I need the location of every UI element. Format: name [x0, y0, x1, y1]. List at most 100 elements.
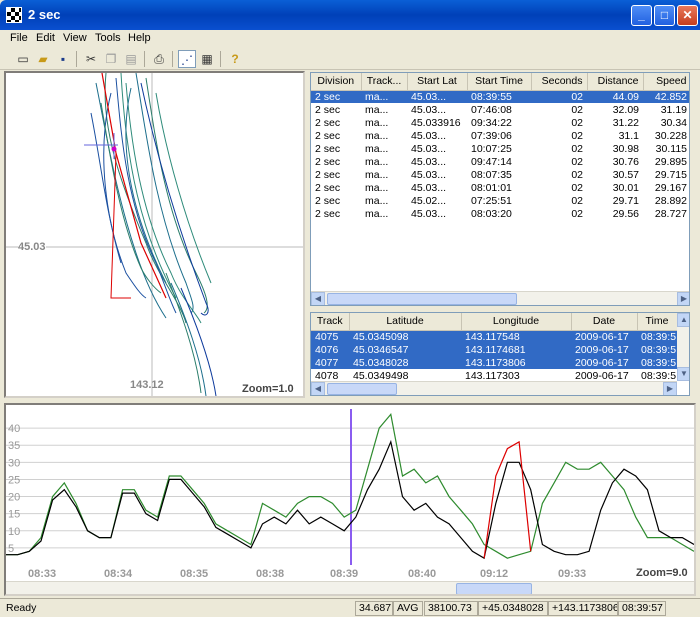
- scroll-down-button[interactable]: ▼: [677, 367, 689, 381]
- menu-file[interactable]: File: [10, 32, 28, 44]
- scroll-left-button[interactable]: ◀: [311, 292, 325, 305]
- table-row[interactable]: 2 sec ma... 45.03... 10:07:25 02 30.98 30.115: [311, 142, 689, 155]
- column-header[interactable]: Seconds: [531, 73, 588, 91]
- total-distance: 38100.73: [424, 601, 478, 616]
- points-hscrollbar[interactable]: ◀ ▶: [311, 381, 677, 395]
- column-header[interactable]: Latitude: [349, 313, 462, 331]
- scroll-up-button[interactable]: ▲: [677, 313, 689, 327]
- table-row[interactable]: 2 sec ma... 45.03... 08:01:01 02 30.01 29.167: [311, 181, 689, 194]
- menu-tools[interactable]: Tools: [95, 32, 121, 44]
- table-cell: 45.0346547: [349, 343, 461, 356]
- table-row[interactable]: 2 sec ma... 45.03... 08:39:55 02 44.09 42.852: [311, 90, 689, 103]
- table-row[interactable]: 2 sec ma... 45.03... 09:47:14 02 30.76 29.895: [311, 155, 689, 168]
- column-header[interactable]: Division: [311, 73, 362, 91]
- table-cell: 30.34: [660, 116, 687, 129]
- table-row[interactable]: 2 sec ma... 45.02... 07:25:51 02 29.71 28.892: [311, 194, 689, 207]
- table-cell: 30.76: [612, 155, 639, 168]
- scroll-thumb[interactable]: [327, 383, 397, 395]
- menu-edit[interactable]: Edit: [36, 32, 55, 44]
- table-cell: 2009-06-17: [571, 330, 637, 343]
- cursor-latitude: +45.0348028: [478, 601, 548, 616]
- scroll-right-button[interactable]: ▶: [677, 292, 689, 305]
- table-row[interactable]: 2 sec ma... 45.03... 08:03:20 02 29.56 28.727: [311, 207, 689, 220]
- status-bar: Ready 34.687 AVG 38100.73 +45.0348028 +1…: [0, 598, 700, 617]
- minimize-button[interactable]: _: [631, 5, 652, 26]
- scroll-right-button[interactable]: ▶: [663, 382, 677, 395]
- table-cell: 07:39:06: [471, 129, 512, 142]
- table-cell: 02: [571, 155, 583, 168]
- table-cell: 45.0345098: [349, 330, 461, 343]
- table-cell: 02: [571, 207, 583, 220]
- track-points-table[interactable]: Track Latitude Longitude Date Time 4075 45.03…: [310, 312, 690, 396]
- table-cell: 09:34:22: [471, 116, 512, 129]
- column-header[interactable]: Start Lat: [407, 73, 468, 91]
- divisions-hscrollbar[interactable]: ◀ ▶: [311, 291, 689, 305]
- table-row[interactable]: 2 sec ma... 45.033916 09:34:22 02 31.22 30.34: [311, 116, 689, 129]
- close-button[interactable]: ✕: [677, 5, 698, 26]
- table-cell: 44.09: [587, 90, 643, 103]
- maximize-button[interactable]: □: [654, 5, 675, 26]
- column-header[interactable]: Track...: [361, 73, 408, 91]
- x-tick-label: 09:33: [558, 568, 586, 580]
- divisions-table[interactable]: Division Track... Start Lat Start Time Secon…: [310, 72, 690, 306]
- table-cell: 29.56: [612, 207, 639, 220]
- chart-zoom-label: Zoom=9.0: [636, 567, 688, 579]
- copy-icon[interactable]: ❐: [102, 50, 120, 68]
- scroll-thumb[interactable]: [327, 293, 517, 305]
- table-row[interactable]: 2 sec ma... 45.03... 07:46:08 02 32.09 31.19: [311, 103, 689, 116]
- open-icon[interactable]: ▰: [34, 50, 52, 68]
- table-cell: 09:47:14: [471, 155, 512, 168]
- table-cell: 2 sec: [315, 142, 341, 155]
- track-map[interactable]: 45.03 143.12 Zoom=1.0: [4, 71, 305, 398]
- save-icon[interactable]: ▪: [54, 50, 72, 68]
- new-icon[interactable]: ▭: [14, 50, 32, 68]
- column-header[interactable]: Speed: [643, 73, 689, 91]
- x-tick-label: 08:38: [256, 568, 284, 580]
- y-tick-label: 5: [8, 543, 14, 555]
- table-cell: 30.57: [612, 168, 639, 181]
- points-vscrollbar[interactable]: ▲ ▼: [677, 313, 689, 381]
- map-view-icon[interactable]: ⋰: [178, 50, 196, 68]
- toolbar: ▭ ▰ ▪ ✂ ❐ ▤ ⎙ ⋰ ▦ ?: [0, 48, 700, 70]
- column-header[interactable]: Start Time: [467, 73, 532, 91]
- table-cell: 2 sec: [315, 181, 341, 194]
- column-header[interactable]: Longitude: [461, 313, 572, 331]
- table-row[interactable]: 4076 45.0346547 143.1174681 2009-06-17 08:39…: [311, 343, 677, 356]
- y-tick-label: 35: [8, 440, 20, 452]
- track-lines: [84, 73, 217, 396]
- table-cell: 42.852: [643, 90, 689, 103]
- scroll-thumb[interactable]: [456, 583, 532, 594]
- column-header[interactable]: Track: [311, 313, 350, 331]
- average-label: AVG: [393, 601, 423, 616]
- menu-help[interactable]: Help: [128, 32, 151, 44]
- scroll-left-button[interactable]: ◀: [311, 382, 325, 395]
- table-cell: 2 sec: [315, 168, 341, 181]
- column-header[interactable]: Time: [637, 313, 678, 331]
- table-cell: 02: [571, 142, 583, 155]
- table-cell: ma...: [365, 142, 389, 155]
- help-icon[interactable]: ?: [226, 50, 244, 68]
- paste-icon[interactable]: ▤: [122, 50, 140, 68]
- table-cell: 02: [571, 103, 583, 116]
- column-header[interactable]: Distance: [587, 73, 644, 91]
- print-icon[interactable]: ⎙: [150, 50, 168, 68]
- table-row[interactable]: 4075 45.0345098 143.117548 2009-06-17 08:39:…: [311, 330, 677, 343]
- x-tick-label: 08:40: [408, 568, 436, 580]
- table-cell: 08:03:20: [471, 207, 512, 220]
- speed-chart[interactable]: 40 35 30 25 20 15 10 5 08:33 08:34 08:35 08:38 08:39…: [4, 403, 696, 596]
- cut-icon[interactable]: ✂: [82, 50, 100, 68]
- table-cell: ma...: [365, 155, 389, 168]
- title-bar: 2 sec _ □ ✕: [0, 0, 700, 30]
- table-view-icon[interactable]: ▦: [198, 50, 216, 68]
- table-cell: 45.03...: [411, 129, 447, 142]
- table-cell: 143.1173806: [461, 356, 571, 369]
- chart-hscrollbar[interactable]: [6, 581, 694, 594]
- table-row[interactable]: 2 sec ma... 45.03... 08:07:35 02 30.57 29.715: [311, 168, 689, 181]
- y-tick-label: 40: [8, 423, 20, 435]
- table-cell: 30.115: [655, 142, 687, 155]
- table-row[interactable]: 2 sec ma... 45.03... 07:39:06 02 31.1 30.228: [311, 129, 689, 142]
- table-cell: 2 sec: [311, 90, 361, 103]
- column-header[interactable]: Date: [571, 313, 638, 331]
- menu-view[interactable]: View: [63, 32, 87, 44]
- table-row[interactable]: 4077 45.0348028 143.1173806 2009-06-17 08:39…: [311, 356, 677, 369]
